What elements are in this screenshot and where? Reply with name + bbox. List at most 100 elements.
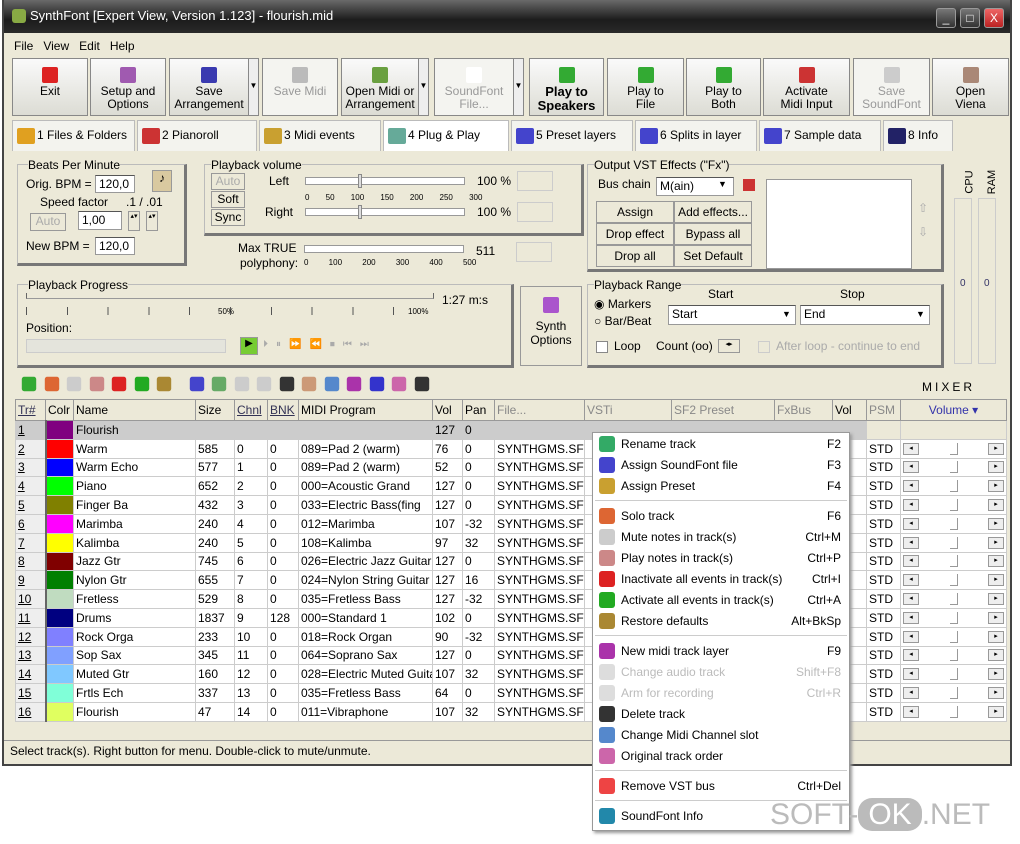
arrow-left-icon[interactable]: ◂ [903,442,919,455]
save-arrangement-dropdown[interactable]: ▼ [248,58,259,116]
arm-icon[interactable] [256,376,272,392]
arrow-left-icon[interactable]: ◂ [903,461,919,474]
chevron-down-icon[interactable]: ▼ [916,309,925,319]
arrow-right-icon[interactable]: ▸ [988,687,1004,700]
chevron-down-icon[interactable]: ▼ [782,309,791,319]
menu-item-solo-track[interactable]: Solo track F6 [593,505,849,526]
progress-slider[interactable] [26,293,434,299]
menu-item-play-notes-in-track-s-[interactable]: Play notes in track(s) Ctrl+P [593,547,849,568]
speed-spinner-fine[interactable]: ▴▾ [146,211,158,231]
toolbar-button-open-viena[interactable]: Open Viena [932,58,1009,116]
polyphony-slider[interactable] [304,245,464,253]
tab-4[interactable]: 4 Plug & Play [383,120,509,151]
toolbar-button-play-to-both[interactable]: Play to Both [686,58,761,116]
cell-0[interactable]: 12 [15,626,47,647]
channel-icon[interactable] [324,376,339,392]
menu-item-change-midi-channel-slot[interactable]: Change Midi Channel slot [593,724,849,745]
track-row[interactable]: 11 Drums 1837 9 128 000=Standard 1 102 0 SYNTHGM… [15,607,1007,628]
stop-select[interactable]: End [800,305,930,325]
arrow-left-icon[interactable]: ◂ [903,536,919,549]
column-header-1[interactable]: Colr [45,399,74,421]
volume-slider[interactable]: ◂ ▸ [903,593,1004,606]
arrow-left-icon[interactable]: ◂ [903,668,919,681]
arrow-right-icon[interactable]: ▸ [988,705,1004,718]
slider-thumb[interactable] [949,574,958,587]
cell-0[interactable]: 8 [15,551,47,572]
tab-5[interactable]: 5 Preset layers [511,120,633,151]
arrow-left-icon[interactable]: ◂ [903,499,919,512]
orig-bpm-input[interactable]: 120,0 [95,175,135,193]
menu-item-assign-soundfont-file[interactable]: Assign SoundFont file F3 [593,454,849,475]
volume-slider[interactable]: ◂ ▸ [903,517,1004,530]
menu-item-new-midi-track-layer[interactable]: New midi track layer F9 [593,640,849,661]
volume-slider[interactable]: ◂ ▸ [903,574,1004,587]
toolbar-button-activate-midi-input[interactable]: Activate Midi Input [763,58,850,116]
cell-0[interactable]: 14 [15,664,47,685]
arrow-right-icon[interactable]: ▸ [988,517,1004,530]
column-header-3[interactable]: Size [195,399,235,421]
track-row[interactable]: 16 Flourish 47 14 0 011=Vibraphone 107 32 SYNTHG… [15,701,1007,722]
slider-thumb[interactable] [949,593,958,606]
cell-0[interactable]: 15 [15,683,47,703]
arrow-right-icon[interactable]: ▸ [988,555,1004,568]
column-header-4[interactable]: Chnl [234,399,268,421]
toolbar-button-save-arrangement[interactable]: Save Arrangement [169,58,249,116]
cell-0[interactable]: 9 [15,570,47,591]
track-row[interactable]: 8 Jazz Gtr 745 6 0 026=Electric Jazz Guitar 12… [15,551,1007,572]
restore-icon[interactable] [156,376,172,392]
toolbar-button-soundfont-file-[interactable]: SoundFont File... [434,58,514,116]
toolbar-button-play-to-file[interactable]: Play to File [607,58,684,116]
volume-slider[interactable]: ◂ ▸ [903,668,1004,681]
menu-item-activate-all-events-in-track-s-[interactable]: Activate all events in track(s) Ctrl+A [593,589,849,610]
left-volume-thumb[interactable] [358,174,362,188]
menu-item-remove-vst-bus[interactable]: Remove VST bus Ctrl+Del [593,775,849,796]
synth-options-button[interactable]: Synth Options [520,286,582,366]
volume-slider[interactable]: ◂ ▸ [903,705,1004,718]
new-layer-icon[interactable] [346,376,362,392]
right-volume-slider[interactable] [305,205,465,219]
open-midi-dropdown[interactable]: ▼ [418,58,429,116]
maximize-button[interactable]: □ [960,8,980,28]
cell-0[interactable]: 4 [15,476,47,497]
layers-icon[interactable] [21,376,37,392]
cell-0[interactable]: 6 [15,513,47,534]
count-spinner[interactable]: ◂▸ [718,339,740,353]
track-row[interactable]: 2 Warm 585 0 0 089=Pad 2 (warm) 76 0 SYNTHGMS.SF… [15,438,1007,459]
volume-slider[interactable]: ◂ ▸ [903,499,1004,512]
soundfont-dropdown[interactable]: ▼ [513,58,524,116]
barbeat-radio[interactable]: ○ Bar/Beat [594,314,651,328]
track-row[interactable]: 4 Piano 652 2 0 000=Acoustic Grand 127 0 SYNTHGM… [15,476,1007,497]
tab-8[interactable]: 8 Info [883,120,953,151]
menu-edit[interactable]: Edit [79,39,100,53]
close-button[interactable]: X [984,8,1004,28]
inactivate-icon[interactable] [111,376,127,392]
arrow-right-icon[interactable]: ▸ [988,668,1004,681]
arrow-right-icon[interactable]: ▸ [988,536,1004,549]
column-header-5[interactable]: BNK [267,399,299,421]
slider-thumb[interactable] [949,649,958,662]
arrow-right-icon[interactable]: ▸ [988,574,1004,587]
slider-thumb[interactable] [949,555,958,568]
slider-thumb[interactable] [949,630,958,643]
slider-thumb[interactable] [949,461,958,474]
column-header-12[interactable]: FxBus [774,399,833,421]
arrow-right-icon[interactable]: ▸ [988,649,1004,662]
column-header-6[interactable]: MIDI Program [298,399,433,421]
fx-button-add-effects-[interactable]: Add effects... [674,201,752,223]
start-select[interactable]: Start [668,305,796,325]
slider-thumb[interactable] [949,442,958,455]
cell-0[interactable]: 16 [15,701,47,722]
menu-item-assign-preset[interactable]: Assign Preset F4 [593,475,849,496]
slider-thumb[interactable] [949,480,958,493]
menu-item-original-track-order[interactable]: Original track order [593,745,849,766]
slider-thumb[interactable] [949,705,958,718]
volume-slider[interactable]: ◂ ▸ [903,480,1004,493]
column-header-7[interactable]: Vol [432,399,463,421]
menu-help[interactable]: Help [110,39,135,53]
toolbar-button-save-soundfont[interactable]: Save SoundFont [853,58,930,116]
slider-thumb[interactable] [949,536,958,549]
track-row[interactable]: 6 Marimba 240 4 0 012=Marimba 107 -32 SYNTHGMS.S… [15,513,1007,534]
arrow-right-icon[interactable]: ▸ [988,593,1004,606]
tab-3[interactable]: 3 Midi events [259,120,381,151]
cell-0[interactable]: 3 [15,457,47,478]
